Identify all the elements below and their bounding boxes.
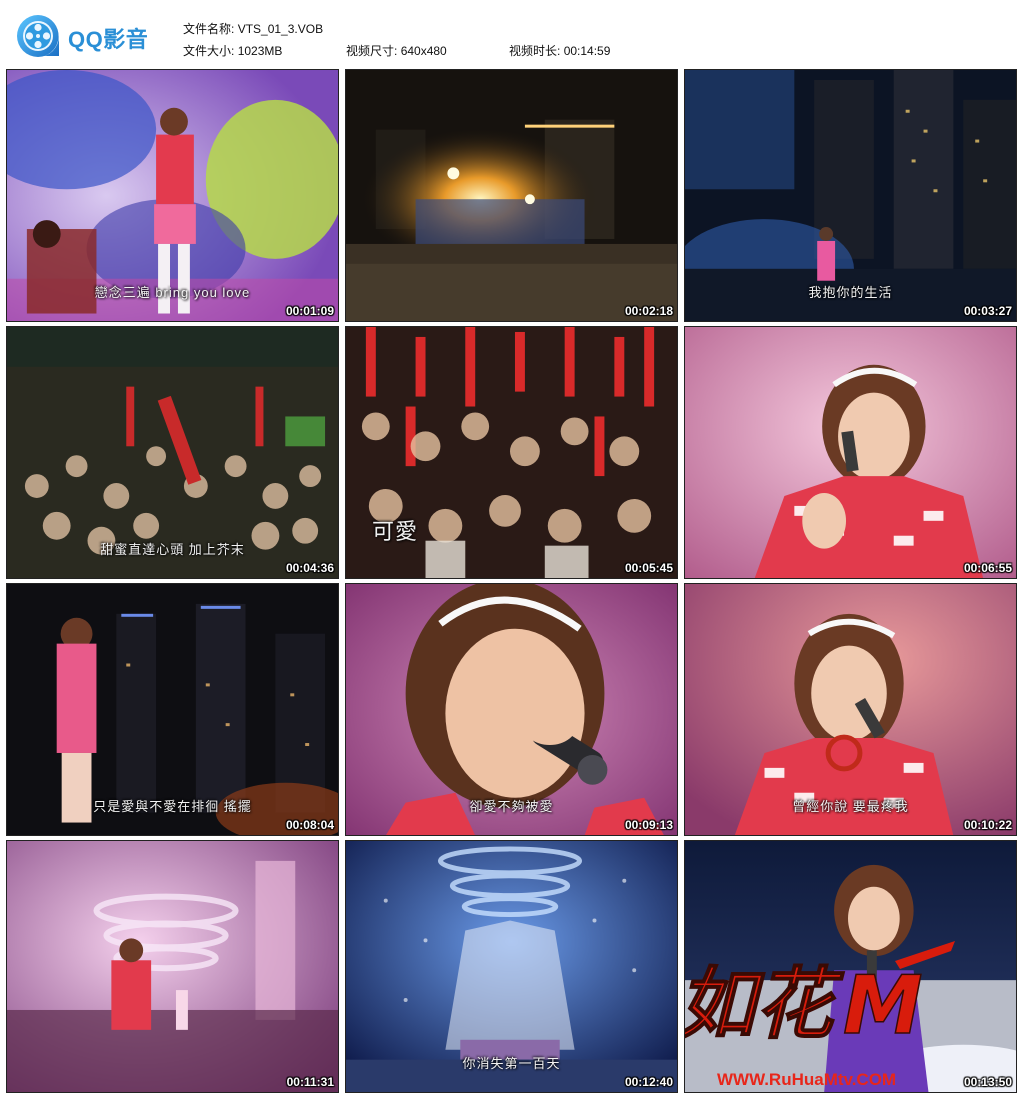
timestamp: 00:04:36 [285, 561, 334, 575]
timestamp: 00:01:09 [285, 304, 334, 318]
file-size-row: 文件大小: 1023MB [183, 42, 282, 59]
video-thumbnail[interactable]: 00:02:18 [345, 69, 678, 322]
video-thumbnail[interactable]: 你消失第一百天 00:12:40 [345, 840, 678, 1093]
timestamp: 00:08:04 [285, 818, 334, 832]
subtitle-text: 我抱你的生活 [808, 285, 893, 300]
frame-image [346, 70, 677, 321]
video-dimension-label: 视频尺寸: [346, 44, 398, 58]
subtitle-text: 甜蜜直達心頭 加上芥末 [100, 542, 245, 557]
frame-image [685, 841, 1016, 1092]
file-info-header: QQ影音 文件名称: VTS_01_3.VOB 文件大小: 1023MB 视频尺… [0, 0, 1024, 66]
video-thumbnail[interactable]: 00:11:31 [6, 840, 339, 1093]
subtitle-text: 可愛 [372, 519, 419, 544]
video-thumbnail[interactable]: 卻愛不夠被愛 00:09:13 [345, 583, 678, 836]
timestamp: 00:09:13 [624, 818, 673, 832]
video-thumbnail[interactable]: 曾經你說 要最疼我 00:10:22 [684, 583, 1017, 836]
timestamp: 00:03:27 [963, 304, 1012, 318]
video-duration-label: 视频时长: [509, 44, 561, 58]
timestamp: 00:11:31 [286, 1075, 334, 1089]
video-thumbnail[interactable]: 甜蜜直達心頭 加上芥末 00:04:36 [6, 326, 339, 579]
subtitle-text: 只是愛與不愛在排徊 搖擺 [93, 799, 252, 814]
subtitle-text: 卻愛不夠被愛 [469, 799, 554, 814]
file-name-row: 文件名称: VTS_01_3.VOB [183, 20, 323, 37]
frame-image [7, 841, 338, 1092]
file-name-value: VTS_01_3.VOB [237, 22, 324, 36]
video-dimension-value: 640x480 [400, 44, 447, 58]
video-dimension-row: 视频尺寸: 640x480 [346, 42, 447, 59]
subtitle-text: 曾經你說 要最疼我 [792, 799, 909, 814]
timestamp: 00:05:45 [624, 561, 673, 575]
video-thumbnail[interactable]: 00:13:50 如花 M WWW.RuHuaMtv.COM [684, 840, 1017, 1093]
subtitle-text: 你消失第一百天 [462, 1056, 561, 1071]
thumbnail-grid: 戀念三遍 bring you love 00:01:09 00:02:18 我抱… [6, 69, 1018, 1095]
file-size-value: 1023MB [237, 44, 283, 58]
timestamp: 00:02:18 [624, 304, 673, 318]
file-size-label: 文件大小: [183, 44, 235, 58]
video-thumbnail[interactable]: 00:06:55 [684, 326, 1017, 579]
video-thumbnail[interactable]: 戀念三遍 bring you love 00:01:09 [6, 69, 339, 322]
timestamp: 00:10:22 [963, 818, 1012, 832]
frame-image [685, 327, 1016, 578]
timestamp: 00:12:40 [624, 1075, 673, 1089]
video-duration-row: 视频时长: 00:14:59 [509, 42, 610, 59]
file-name-label: 文件名称: [183, 22, 235, 36]
film-reel-icon [17, 15, 59, 57]
video-thumbnail[interactable]: 我抱你的生活 00:03:27 [684, 69, 1017, 322]
timestamp: 00:06:55 [963, 561, 1012, 575]
subtitle-text: 戀念三遍 bring you love [94, 285, 251, 300]
timestamp: 00:13:50 [963, 1075, 1012, 1089]
app-logo-text: QQ影音 [68, 27, 149, 52]
video-duration-value: 00:14:59 [563, 44, 611, 58]
video-thumbnail[interactable]: 可愛 00:05:45 [345, 326, 678, 579]
video-thumbnail[interactable]: 只是愛與不愛在排徊 搖擺 00:08:04 [6, 583, 339, 836]
